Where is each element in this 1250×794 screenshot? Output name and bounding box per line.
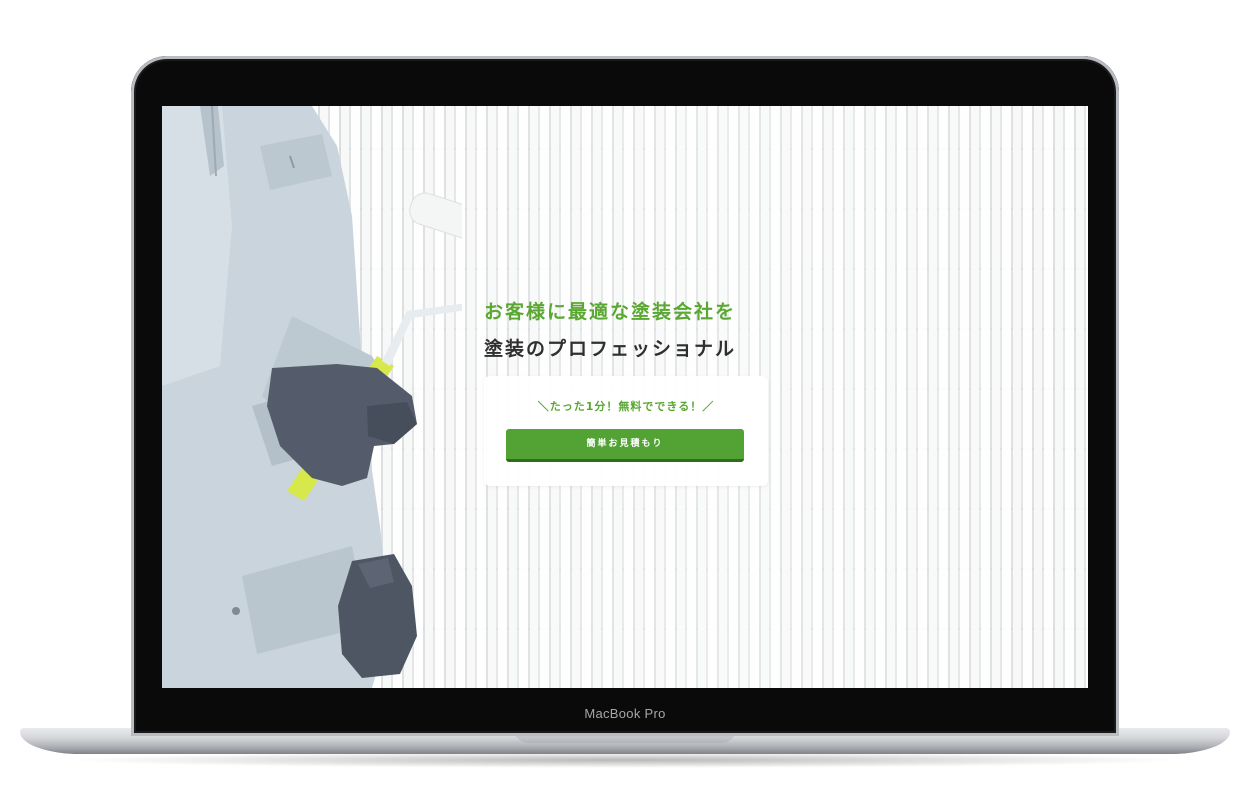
website-hero-screen: お客様に最適な塗装会社を 塗装のプロフェッショナル ＼たった1分！無料でできる！… <box>162 106 1088 688</box>
headline-primary: お客様に最適な塗装会社を <box>484 301 737 323</box>
quote-request-button[interactable]: 簡単お見積もり <box>506 429 744 462</box>
laptop-mockup: お客様に最適な塗装会社を 塗装のプロフェッショナル ＼たった1分！無料でできる！… <box>0 0 1250 794</box>
cta-lead-text: ＼たった1分！無料でできる！／ <box>537 400 715 413</box>
quote-cta-card: ＼たった1分！無料でできる！／ 簡単お見積もり <box>484 376 768 486</box>
worker-with-paint-roller-illustration <box>162 106 462 688</box>
device-model-label: MacBook Pro <box>584 706 666 721</box>
hero-headline-block: お客様に最適な塗装会社を 塗装のプロフェッショナル <box>484 298 770 364</box>
laptop-shadow <box>60 752 1190 768</box>
headline-secondary: 塗装のプロフェッショナル <box>484 338 737 360</box>
